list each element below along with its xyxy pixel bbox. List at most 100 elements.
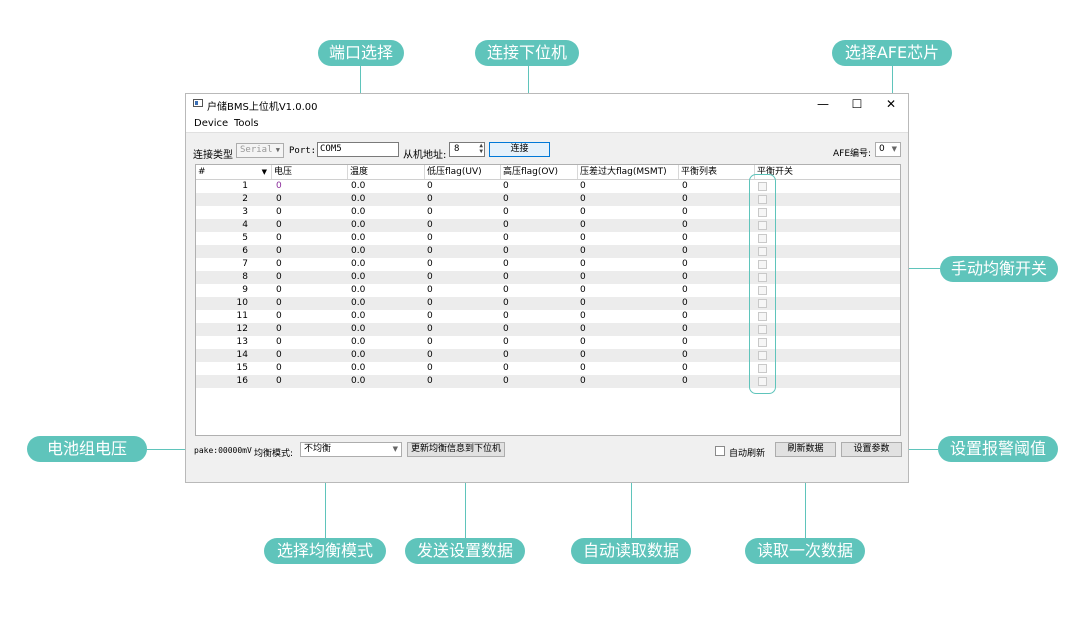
auto-refresh-checkbox[interactable] [715,446,725,456]
cell-uv-flag: 0 [427,363,433,373]
balance-mode-value: 不均衡 [304,444,332,454]
callout-send-settings: 发送设置数据 [405,538,525,564]
cell-ov-flag: 0 [503,350,509,360]
chevron-down-icon: ▼ [891,145,897,153]
cell-balance-list: 0 [682,220,688,230]
cell-voltage: 0 [276,233,282,243]
column-header-balance-list[interactable]: 平衡列表 [679,165,755,179]
table-row[interactable]: 16 0 0.0 0 0 0 0 [196,375,900,388]
cell-msmt-flag: 0 [580,194,586,204]
table-row[interactable]: 1 0 0.0 0 0 0 0 [196,180,900,193]
table-row[interactable]: 4 0 0.0 0 0 0 0 [196,219,900,232]
cell-uv-flag: 0 [427,220,433,230]
send-balance-button[interactable]: 更新均衡信息到下位机 [407,442,505,457]
maximize-button[interactable]: ☐ [842,95,872,113]
cell-index: 6 [242,246,248,256]
minimize-button[interactable]: — [808,95,838,113]
cell-temperature: 0.0 [351,272,366,282]
cell-voltage: 0 [276,324,282,334]
cell-uv-flag: 0 [427,207,433,217]
cell-uv-flag: 0 [427,194,433,204]
table-row[interactable]: 9 0 0.0 0 0 0 0 [196,284,900,297]
cell-temperature: 0.0 [351,194,366,204]
cell-balance-list: 0 [682,246,688,256]
cell-voltage: 0 [276,220,282,230]
table-row[interactable]: 3 0 0.0 0 0 0 0 [196,206,900,219]
connect-button[interactable]: 连接 [489,142,550,157]
chevron-down-icon: ▼ [275,146,280,154]
table-row[interactable]: 6 0 0.0 0 0 0 0 [196,245,900,258]
table-row[interactable]: 10 0 0.0 0 0 0 0 [196,297,900,310]
balance-mode-select[interactable]: 不均衡 ▼ [300,442,402,457]
menu-tools[interactable]: Tools [234,118,259,129]
chevron-down-icon: ▼ [392,445,398,453]
cell-uv-flag: 0 [427,285,433,295]
table-row[interactable]: 14 0 0.0 0 0 0 0 [196,349,900,362]
column-header-voltage[interactable]: 电压 [272,165,348,179]
cell-temperature: 0.0 [351,376,366,386]
cell-ov-flag: 0 [503,285,509,295]
table-row[interactable]: 11 0 0.0 0 0 0 0 [196,310,900,323]
column-header-uv-flag[interactable]: 低压flag(UV) [425,165,501,179]
callout-auto-read: 自动读取数据 [571,538,691,564]
close-button[interactable]: ✕ [876,95,906,113]
cell-msmt-flag: 0 [580,363,586,373]
table-row[interactable]: 7 0 0.0 0 0 0 0 [196,258,900,271]
cell-voltage: 0 [276,272,282,282]
cell-temperature: 0.0 [351,259,366,269]
cell-msmt-flag: 0 [580,233,586,243]
table-row[interactable]: 13 0 0.0 0 0 0 0 [196,336,900,349]
auto-refresh-label: 自动刷新 [729,449,766,459]
cell-uv-flag: 0 [427,233,433,243]
column-header-ov-flag[interactable]: 高压flag(OV) [501,165,578,179]
column-header-msmt-flag[interactable]: 压差过大flag(MSMT) [578,165,679,179]
afe-select[interactable]: 0 ▼ [875,142,901,157]
cell-ov-flag: 0 [503,376,509,386]
table-row[interactable]: 8 0 0.0 0 0 0 0 [196,271,900,284]
cell-msmt-flag: 0 [580,259,586,269]
slave-addr-spinbox[interactable]: 8 ▲ ▼ [449,142,485,157]
cell-index: 11 [236,311,248,321]
cell-index: 7 [242,259,248,269]
afe-value: 0 [879,144,885,154]
table-row[interactable]: 15 0 0.0 0 0 0 0 [196,362,900,375]
cell-index: 3 [242,207,248,217]
cell-balance-list: 0 [682,259,688,269]
callout-manual-balance: 手动均衡开关 [940,256,1058,282]
column-header-balance-switch[interactable]: 平衡开关 [755,165,900,179]
cell-msmt-flag: 0 [580,285,586,295]
settings-button[interactable]: 设置参数 [841,442,902,457]
cell-voltage: 0 [276,298,282,308]
column-header-index[interactable]: # ▼ [196,165,272,179]
port-input[interactable]: COM5 [317,142,399,157]
cell-index: 2 [242,194,248,204]
table-header: # ▼ 电压 温度 低压flag(UV) 高压flag(OV) 压差过大flag… [196,165,900,180]
sort-down-icon: ▼ [261,168,267,176]
cell-msmt-flag: 0 [580,181,586,191]
spin-up-down-icon[interactable]: ▲ ▼ [479,143,483,155]
cell-index: 8 [242,272,248,282]
cell-balance-list: 0 [682,337,688,347]
cell-voltage: 0 [276,337,282,347]
cell-balance-list: 0 [682,194,688,204]
cell-msmt-flag: 0 [580,272,586,282]
refresh-data-button[interactable]: 刷新数据 [775,442,836,457]
table-row[interactable]: 2 0 0.0 0 0 0 0 [196,193,900,206]
table-row[interactable]: 12 0 0.0 0 0 0 0 [196,323,900,336]
table-row[interactable]: 5 0 0.0 0 0 0 0 [196,232,900,245]
cell-balance-list: 0 [682,285,688,295]
column-header-temperature[interactable]: 温度 [348,165,425,179]
menu-device[interactable]: Device [194,118,228,129]
cell-index: 1 [242,181,248,191]
cell-ov-flag: 0 [503,337,509,347]
cell-voltage: 0 [276,350,282,360]
conn-type-select[interactable]: Serial ▼ [236,143,284,158]
slave-addr-label: 从机地址: [403,150,447,161]
cell-ov-flag: 0 [503,181,509,191]
cell-msmt-flag: 0 [580,337,586,347]
cell-uv-flag: 0 [427,337,433,347]
menu-bar: Device Tools [186,114,908,133]
conn-type-label: 连接类型 [193,150,233,161]
cell-ov-flag: 0 [503,298,509,308]
cell-ov-flag: 0 [503,207,509,217]
